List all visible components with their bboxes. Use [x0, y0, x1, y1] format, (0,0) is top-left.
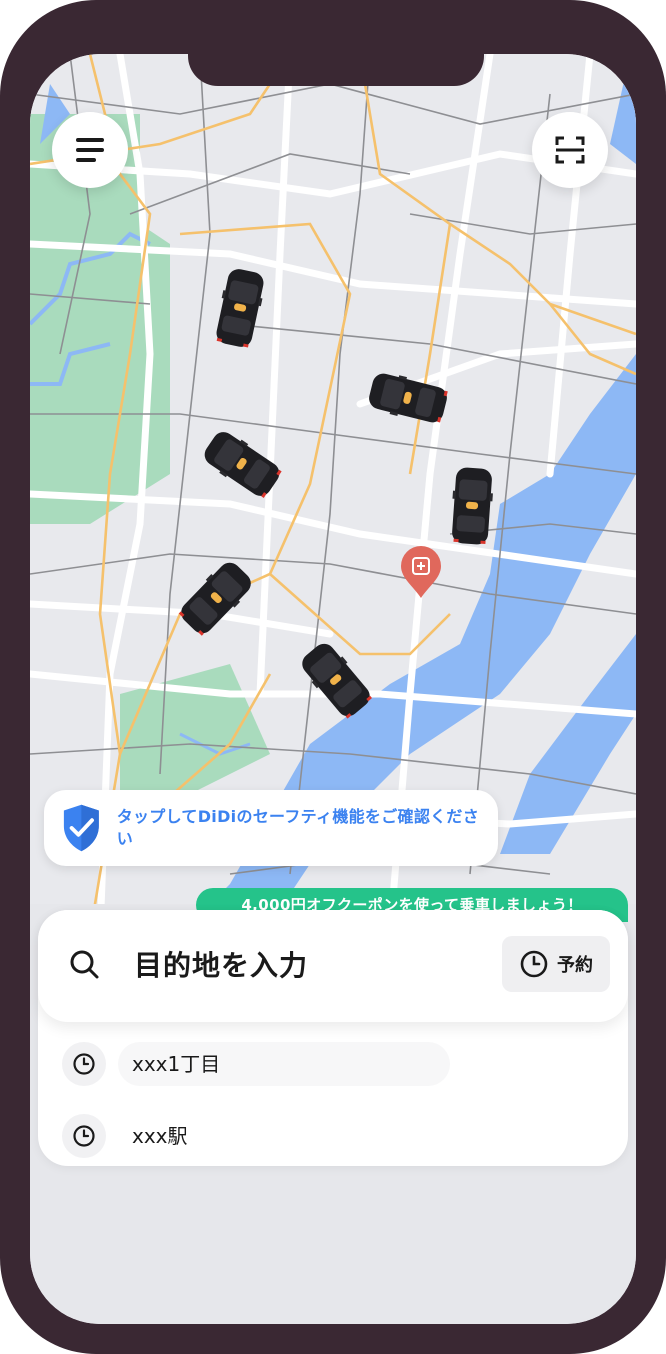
history-item-label: xxx1丁目 [118, 1042, 450, 1086]
history-clock [62, 1042, 106, 1086]
history-item-label: xxx駅 [132, 1124, 188, 1148]
taxi-car-icon [449, 466, 495, 546]
scan-button[interactable] [532, 112, 608, 188]
phone-frame: タップしてDiDiのセーフティ機能をご確認ください 4,000円オフクーポンを使… [0, 0, 666, 1354]
taxi-car-icon [296, 638, 376, 722]
history-item[interactable]: xxx1丁目 [38, 1034, 628, 1094]
app-screen: タップしてDiDiのセーフティ機能をご確認ください 4,000円オフクーポンを使… [30, 54, 636, 1324]
reserve-button[interactable]: 予約 [502, 936, 610, 992]
menu-icon [76, 138, 104, 162]
safety-banner[interactable]: タップしてDiDiのセーフティ機能をご確認ください [44, 790, 498, 866]
clock-icon [520, 950, 548, 978]
taxi-car-icon [199, 426, 285, 502]
taxi-car-icon [212, 266, 268, 350]
destination-input[interactable]: 目的地を入力 [134, 944, 308, 984]
search-icon [70, 950, 99, 979]
menu-button[interactable] [52, 112, 128, 188]
scan-icon [555, 136, 585, 164]
safety-banner-text: タップしてDiDiのセーフティ機能をご確認ください [116, 807, 480, 848]
phone-notch [188, 40, 484, 86]
clock-icon [73, 1125, 95, 1147]
clock-icon [73, 1053, 95, 1075]
history-item[interactable]: xxx駅 [38, 1106, 628, 1166]
history-clock [62, 1114, 106, 1158]
shield-check-icon [63, 804, 99, 852]
taxi-car-icon [366, 369, 450, 427]
hospital-pin-icon [401, 546, 441, 598]
destination-search-bar[interactable]: 目的地を入力 予約 [38, 910, 628, 1022]
reserve-label: 予約 [557, 955, 593, 976]
destination-card: 目的地を入力 予約 xxx1丁目 xxx駅 [38, 910, 628, 1166]
taxi-car-icon [175, 556, 257, 640]
